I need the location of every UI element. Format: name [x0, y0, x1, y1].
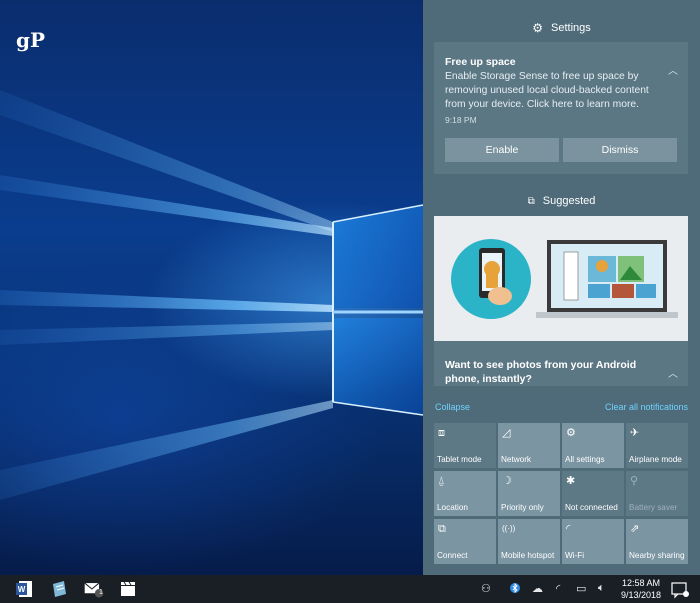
battery-saver-icon: ⚲	[630, 475, 639, 487]
windows-logo-wallpaper	[0, 90, 423, 500]
wifi-icon[interactable]: ◜	[556, 582, 560, 595]
watermark-logo: gP	[16, 28, 46, 52]
notification-body[interactable]: Enable Storage Sense to free up space by…	[445, 70, 660, 112]
people-icon[interactable]: ⚇	[481, 582, 491, 595]
quick-action-tile-not-connected[interactable]: ✱ Not connected	[562, 471, 624, 516]
quick-actions-grid: ⧈ Tablet mode ◿ Network ⚙ All settings ✈ Airpla…	[434, 423, 688, 566]
quick-action-tile-mobile-hotspot[interactable]: ((·)) Mobile hotspot	[498, 519, 560, 564]
quick-action-label: Airplane mode	[629, 455, 682, 464]
notepad-app-icon[interactable]	[48, 578, 70, 600]
wifi-icon: ◜	[566, 523, 571, 535]
enable-button[interactable]: Enable	[445, 138, 559, 162]
svg-text:W: W	[18, 585, 26, 594]
tablet-mode-icon: ⧈	[438, 427, 445, 439]
settings-header-label: Settings	[551, 22, 591, 34]
quick-action-label: Nearby sharing	[629, 551, 685, 560]
volume-icon[interactable]: 🔈︎	[598, 582, 605, 595]
quick-action-tile-all-settings[interactable]: ⚙ All settings	[562, 423, 624, 468]
notification-title: Free up space	[445, 56, 516, 68]
notification-time: 9:18 PM	[445, 115, 477, 125]
action-center-panel: ⚙ Settings Free up space Enable Storage …	[423, 0, 700, 575]
quick-action-tile-nearby-sharing[interactable]: ⇗ Nearby sharing	[626, 519, 688, 564]
settings-header[interactable]: ⚙ Settings	[423, 18, 700, 38]
mail-badge: 1	[99, 589, 103, 596]
onedrive-icon[interactable]: ☁	[532, 582, 543, 595]
desktop-wallpaper: gP	[0, 0, 423, 575]
quick-action-label: Not connected	[565, 503, 618, 512]
tips-icon: ⧉	[527, 195, 535, 207]
bluetooth-glyph	[510, 582, 520, 594]
movies-tv-app-icon[interactable]	[117, 578, 139, 600]
quick-action-tile-tablet-mode[interactable]: ⧈ Tablet mode	[434, 423, 496, 468]
suggested-header: ⧉ Suggested	[423, 191, 700, 211]
quick-action-tile-wi-fi[interactable]: ◜ Wi-Fi	[562, 519, 624, 564]
action-center-notification-icon[interactable]	[669, 578, 691, 600]
suggested-card[interactable]: Want to see photos from your Android pho…	[434, 216, 688, 386]
quick-action-label: Location	[437, 503, 468, 512]
moon-icon: ☽	[502, 475, 512, 487]
mobile-hotspot-icon: ((·))	[502, 524, 516, 533]
suggested-header-label: Suggested	[542, 195, 596, 207]
bluetooth-icon: ✱	[566, 475, 576, 487]
gear-icon: ⚙	[566, 427, 576, 439]
chevron-up-icon[interactable]: ︿	[668, 62, 678, 77]
quick-action-tile-location[interactable]: ⍙ Location	[434, 471, 496, 516]
airplane-icon: ✈	[630, 427, 640, 439]
location-icon: ⍙	[438, 475, 445, 487]
gear-icon: ⚙	[532, 21, 543, 35]
notification-card[interactable]: Free up space Enable Storage Sense to fr…	[434, 42, 688, 174]
quick-action-label: Battery saver	[629, 503, 678, 512]
quick-action-label: All settings	[565, 455, 605, 464]
network-icon: ◿	[502, 427, 511, 439]
quick-action-label: Tablet mode	[437, 455, 482, 464]
quick-action-label: Mobile hotspot	[501, 551, 555, 560]
system-clock[interactable]: 12:58 AM 9/13/2018	[617, 577, 665, 601]
quick-action-tile-network[interactable]: ◿ Network	[498, 423, 560, 468]
bluetooth-icon[interactable]	[510, 582, 520, 597]
clear-all-notifications-link[interactable]: Clear all notifications	[605, 402, 688, 412]
quick-action-label: Network	[501, 455, 532, 464]
quick-action-tile-airplane-mode[interactable]: ✈ Airplane mode	[626, 423, 688, 468]
clock-date: 9/13/2018	[620, 590, 662, 600]
quick-action-label: Wi-Fi	[565, 551, 585, 560]
suggested-title: Want to see photos from your Android pho…	[445, 359, 637, 385]
nearby-sharing-icon: ⇗	[630, 523, 640, 535]
chevron-up-icon[interactable]: ︿	[668, 365, 678, 380]
connect-icon: ⧉	[438, 523, 446, 535]
phone-to-pc-illustration	[434, 216, 688, 341]
taskbar: W 1 ⚇ ☁ ◜ ▭ 🔈︎ 12:58 AM 9/13/2018	[0, 575, 700, 603]
quick-action-tile-priority-only[interactable]: ☽ Priority only	[498, 471, 560, 516]
quick-action-tile-battery-saver[interactable]: ⚲ Battery saver	[626, 471, 688, 516]
clock-time: 12:58 AM	[621, 578, 661, 588]
dismiss-button[interactable]: Dismiss	[563, 138, 677, 162]
quick-action-tile-connect[interactable]: ⧉ Connect	[434, 519, 496, 564]
quick-action-label: Connect	[437, 551, 468, 560]
battery-icon[interactable]: ▭	[576, 582, 586, 595]
collapse-link[interactable]: Collapse	[435, 402, 470, 412]
quick-action-label: Priority only	[501, 503, 544, 512]
word-app-icon[interactable]: W	[13, 578, 35, 600]
